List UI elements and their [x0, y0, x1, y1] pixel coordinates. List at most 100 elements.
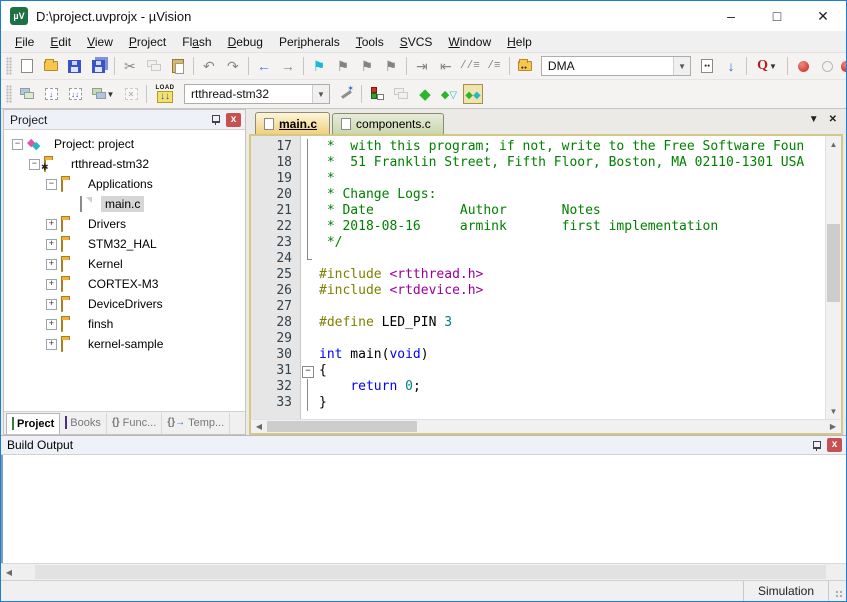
tree-item-cortex-m3[interactable]: +CORTEX-M3: [4, 274, 245, 294]
scroll-up-icon[interactable]: ▲: [826, 136, 841, 152]
new-file-button[interactable]: [15, 55, 39, 77]
copy-button[interactable]: [142, 55, 166, 77]
translate-button[interactable]: [15, 83, 39, 105]
kill-breakpoints-icon[interactable]: [841, 61, 846, 72]
collapse-icon[interactable]: −: [29, 159, 40, 170]
comment-button[interactable]: //≡: [458, 55, 482, 77]
target-dropdown-button[interactable]: ▼: [312, 85, 329, 103]
build-output-content[interactable]: [1, 455, 846, 563]
redo-button[interactable]: ↷: [221, 55, 245, 77]
menu-edit[interactable]: Edit: [42, 33, 79, 51]
unindent-button[interactable]: ⇤: [434, 55, 458, 77]
hscroll-track[interactable]: [267, 420, 825, 433]
maximize-button[interactable]: □: [754, 1, 800, 31]
expand-icon[interactable]: +: [46, 339, 57, 350]
resize-grip[interactable]: [828, 581, 846, 601]
scroll-left-icon[interactable]: ◀: [251, 419, 267, 435]
tree-item-kernel-sample[interactable]: +kernel-sample: [4, 334, 245, 354]
download-button[interactable]: LOAD↓↓: [150, 83, 180, 105]
manage-project-items-button[interactable]: [365, 83, 389, 105]
menu-svcs[interactable]: SVCS: [392, 33, 441, 51]
tree-item-finsh[interactable]: +finsh: [4, 314, 245, 334]
stop-build-button[interactable]: ✕: [119, 83, 143, 105]
rebuild-button[interactable]: ↓↓: [63, 83, 87, 105]
paste-button[interactable]: [166, 55, 190, 77]
build-button[interactable]: ↓: [39, 83, 63, 105]
menu-tools[interactable]: Tools: [348, 33, 392, 51]
tree-item-rtthread-stm32[interactable]: −✱rtthread-stm32: [4, 154, 245, 174]
tree-item-applications[interactable]: −Applications: [4, 174, 245, 194]
manage-rte-button[interactable]: ◆: [413, 83, 437, 105]
find-dropdown-button[interactable]: ▼: [673, 57, 690, 75]
next-bookmark-button[interactable]: ⚑: [355, 55, 379, 77]
close-button[interactable]: ✕: [800, 1, 846, 31]
build-output-close-button[interactable]: x: [827, 438, 842, 452]
toolbar-grip[interactable]: [6, 57, 12, 75]
previous-bookmark-button[interactable]: ⚑: [331, 55, 355, 77]
menu-flash[interactable]: Flash: [174, 33, 219, 51]
select-packs-button[interactable]: ◆▽: [437, 83, 461, 105]
expand-icon[interactable]: +: [46, 219, 57, 230]
find-in-files-button[interactable]: [513, 55, 537, 77]
incremental-find-button[interactable]: ↓: [719, 55, 743, 77]
code-editor[interactable]: 1718192021222324252627282930313233 * wit…: [249, 134, 843, 419]
insert-breakpoint-button[interactable]: [791, 55, 815, 77]
minimize-button[interactable]: –: [708, 1, 754, 31]
menu-window[interactable]: Window: [440, 33, 499, 51]
expand-icon[interactable]: +: [46, 259, 57, 270]
pin-icon[interactable]: [812, 441, 821, 450]
tree-item-project-project[interactable]: −Project: project: [4, 134, 245, 154]
clear-bookmarks-button[interactable]: ⚑: [379, 55, 403, 77]
editor-horizontal-scrollbar[interactable]: ◀ ▶: [249, 419, 843, 435]
save-button[interactable]: [63, 55, 87, 77]
editor-vertical-scrollbar[interactable]: ▲ ▼: [825, 136, 841, 419]
tree-item-drivers[interactable]: +Drivers: [4, 214, 245, 234]
expand-icon[interactable]: +: [46, 319, 57, 330]
cut-button[interactable]: ✂: [118, 55, 142, 77]
menu-view[interactable]: View: [79, 33, 121, 51]
tree-item-kernel[interactable]: +Kernel: [4, 254, 245, 274]
editor-tab-components-c[interactable]: components.c: [332, 113, 444, 134]
expand-icon[interactable]: +: [46, 279, 57, 290]
file-extensions-button[interactable]: [389, 83, 413, 105]
open-file-button[interactable]: [39, 55, 63, 77]
build-output-scrollbar[interactable]: ◀: [1, 563, 846, 580]
hscroll-thumb[interactable]: [267, 421, 417, 432]
collapse-icon[interactable]: −: [12, 139, 23, 150]
debug-session-button[interactable]: Q ▼: [750, 55, 784, 77]
tree-item-main-c[interactable]: main.c: [4, 194, 245, 214]
menu-project[interactable]: Project: [121, 33, 174, 51]
editor-tab-main-c[interactable]: main.c: [255, 112, 330, 134]
panel-tab-temp[interactable]: {}→Temp...: [162, 413, 230, 434]
find-combobox[interactable]: DMA ▼: [541, 56, 691, 76]
target-options-button[interactable]: [334, 83, 358, 105]
navigate-back-button[interactable]: ←: [252, 55, 276, 77]
undo-button[interactable]: ↶: [197, 55, 221, 77]
disable-breakpoint-button[interactable]: [815, 55, 839, 77]
menu-help[interactable]: Help: [499, 33, 540, 51]
navigate-forward-button[interactable]: →: [276, 55, 300, 77]
panel-tab-project[interactable]: Project: [6, 413, 60, 434]
project-panel-close-button[interactable]: x: [226, 113, 241, 127]
panel-tab-books[interactable]: Books: [60, 413, 107, 434]
hscroll-thumb[interactable]: [35, 565, 826, 579]
vscroll-track[interactable]: [826, 152, 841, 403]
menu-debug[interactable]: Debug: [220, 33, 271, 51]
expand-icon[interactable]: +: [46, 299, 57, 310]
tab-list-dropdown-icon[interactable]: ▼: [809, 114, 819, 125]
fold-collapse-icon[interactable]: [301, 363, 315, 379]
vscroll-thumb[interactable]: [827, 224, 840, 302]
tree-item-devicedrivers[interactable]: +DeviceDrivers: [4, 294, 245, 314]
uncomment-button[interactable]: /≡: [482, 55, 506, 77]
close-document-icon[interactable]: ✕: [829, 114, 837, 125]
batch-build-button[interactable]: ▼: [87, 83, 119, 105]
collapse-icon[interactable]: −: [46, 179, 57, 190]
scroll-down-icon[interactable]: ▼: [826, 403, 841, 419]
scroll-left-icon[interactable]: ◀: [1, 564, 17, 580]
panel-tab-func[interactable]: {}Func...: [107, 413, 162, 434]
menu-file[interactable]: File: [7, 33, 42, 51]
expand-icon[interactable]: +: [46, 239, 57, 250]
scroll-right-icon[interactable]: ▶: [825, 419, 841, 435]
pack-installer-button[interactable]: ◆◆: [461, 83, 485, 105]
fold-margin[interactable]: [301, 136, 315, 419]
